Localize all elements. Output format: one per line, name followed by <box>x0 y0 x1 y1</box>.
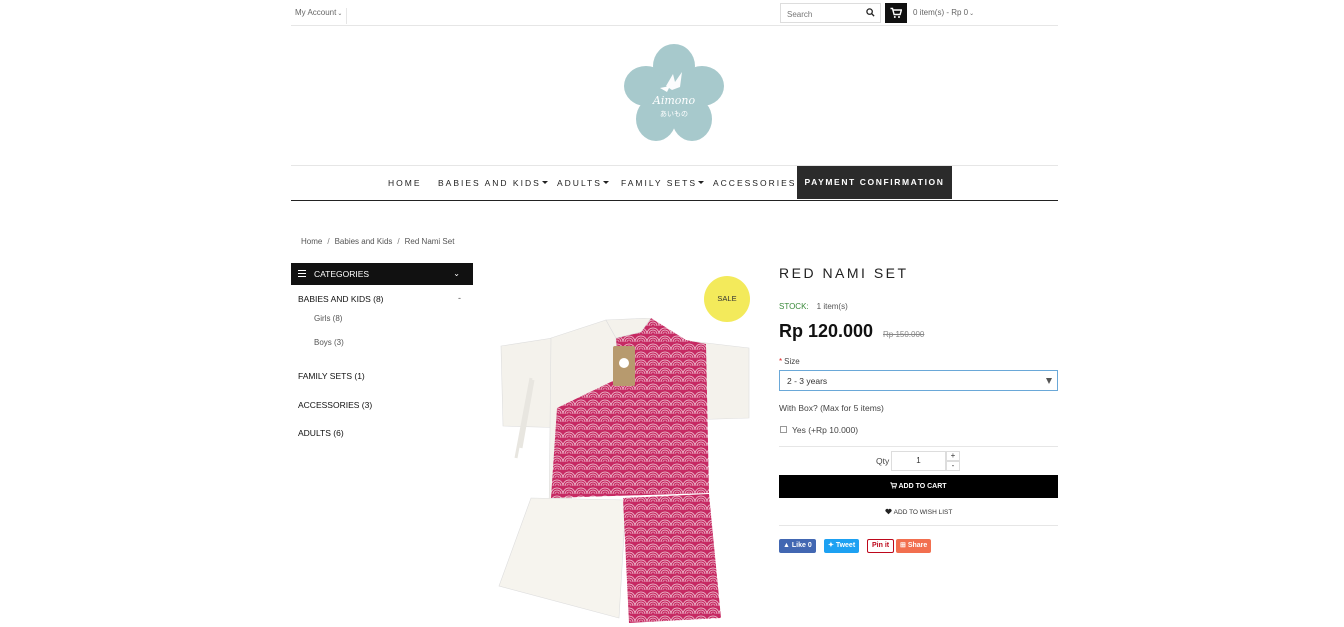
chevron-down-icon: ⌄ <box>337 11 343 17</box>
product-image[interactable] <box>491 317 753 623</box>
nav-item-adults[interactable]: ADULTS <box>557 178 609 188</box>
thumbs-up-icon: ▲ <box>783 542 790 549</box>
pin-it-label: Pin it <box>872 542 890 549</box>
size-select[interactable]: 2 - 3 years <box>779 370 1058 391</box>
nav-home-label: HOME <box>388 178 422 188</box>
qty-decrement-button[interactable]: - <box>946 461 960 471</box>
size-label-text: Size <box>784 357 800 366</box>
tweet-label: Tweet <box>835 542 856 549</box>
breadcrumb-home[interactable]: Home <box>301 237 322 246</box>
stock-info: STOCK: 1 item(s) <box>779 302 848 311</box>
facebook-like-button[interactable]: ▲ Like 0 <box>779 539 816 553</box>
heart-icon <box>885 508 892 515</box>
product-old-price: Rp 150.000 <box>883 330 925 339</box>
search-input[interactable] <box>781 5 865 24</box>
nav-item-payment-confirmation[interactable]: PAYMENT CONFIRMATION <box>797 166 952 199</box>
sidebar-item-accessories[interactable]: ACCESSORIES (3) <box>298 400 372 410</box>
chevron-down-icon: ⌄ <box>453 269 460 278</box>
sidebar-item-boys[interactable]: Boys (3) <box>314 338 344 347</box>
pinterest-pin-button[interactable]: Pin it <box>867 539 895 553</box>
nav-item-babies-and-kids[interactable]: BABIES AND KIDS <box>438 178 548 188</box>
search-icon[interactable] <box>866 8 875 17</box>
required-asterisk: * <box>779 357 783 366</box>
twitter-bird-icon: ✦ <box>828 542 834 549</box>
nav-item-family-sets[interactable]: FAMILY SETS <box>621 178 705 188</box>
my-account-label: My Account <box>295 8 337 17</box>
main-nav: HOME BABIES AND KIDS ADULTS FAMILY SETS … <box>291 165 1058 201</box>
logo-brand-jp-text: あいもの <box>660 110 688 118</box>
sidebar-item-girls[interactable]: Girls (8) <box>314 314 342 323</box>
cart-button[interactable] <box>885 3 907 23</box>
collapse-toggle-icon[interactable]: - <box>458 293 461 303</box>
cart-icon <box>890 7 902 18</box>
search-box <box>780 3 881 24</box>
qty-increment-button[interactable]: + <box>946 451 960 461</box>
caret-down-icon <box>698 181 705 184</box>
cart-summary-label: 0 item(s) - Rp 0 <box>913 8 969 17</box>
breadcrumb-separator: / <box>397 237 400 246</box>
logo-brand-text: Aimono <box>652 94 696 107</box>
nav-item-home[interactable]: HOME <box>388 178 422 188</box>
nav-accessories-label: ACCESSORIES <box>713 178 797 188</box>
twitter-tweet-button[interactable]: ✦ Tweet <box>824 539 860 553</box>
caret-down-icon <box>602 181 609 184</box>
add-to-wishlist-button[interactable]: ADD TO WISH LIST <box>779 508 1058 516</box>
categories-header[interactable]: CATEGORIES ⌄ <box>291 263 473 285</box>
qty-label: Qty <box>876 456 890 466</box>
nav-adults-label: ADULTS <box>557 178 602 188</box>
sidebar-item-family-sets[interactable]: FAMILY SETS (1) <box>298 371 365 381</box>
add-to-cart-button[interactable]: ADD TO CART <box>779 475 1058 498</box>
caret-down-icon <box>541 181 548 184</box>
nav-family-label: FAMILY SETS <box>621 178 698 188</box>
size-select-value: 2 - 3 years <box>787 376 828 386</box>
kimono-product-image <box>498 317 750 623</box>
top-bar: My Account⌄ 0 item(s) - Rp 0⌄ <box>291 0 1058 26</box>
breadcrumb-babies-and-kids[interactable]: Babies and Kids <box>335 237 393 246</box>
plus-icon: ⊞ <box>900 542 906 549</box>
nav-item-accessories[interactable]: ACCESSORIES <box>713 178 796 188</box>
qty-input[interactable]: 1 <box>891 451 946 471</box>
brand-logo[interactable]: Aimono あいもの <box>620 42 728 144</box>
dropdown-arrow-icon <box>1046 378 1052 384</box>
product-price: Rp 120.000 <box>779 321 874 341</box>
share-label: Share <box>907 542 928 549</box>
wishlist-label: ADD TO WISH LIST <box>893 509 953 516</box>
breadcrumb-separator: / <box>327 237 330 246</box>
sakura-logo-icon: Aimono あいもの <box>624 44 724 141</box>
nav-babies-label: BABIES AND KIDS <box>438 178 541 188</box>
divider <box>779 525 1058 526</box>
divider <box>779 446 1058 447</box>
box-option-label: With Box? (Max for 5 items) <box>779 403 884 413</box>
cart-icon <box>890 482 898 489</box>
stock-label: STOCK: <box>779 302 809 311</box>
my-account-dropdown[interactable]: My Account⌄ <box>295 8 348 24</box>
box-option-text[interactable]: Yes (+Rp 10.000) <box>792 425 858 435</box>
cart-summary[interactable]: 0 item(s) - Rp 0⌄ <box>913 8 974 17</box>
nav-payment-label: PAYMENT CONFIRMATION <box>804 177 945 187</box>
chevron-down-icon: ⌄ <box>969 11 975 17</box>
sale-badge: SALE <box>704 276 750 322</box>
share-button[interactable]: ⊞ Share <box>896 539 932 553</box>
sidebar-item-babies-and-kids[interactable]: BABIES AND KIDS (8) <box>298 294 384 304</box>
breadcrumb-current[interactable]: Red Nami Set <box>405 237 455 246</box>
add-to-cart-label: ADD TO CART <box>898 483 947 490</box>
facebook-like-label: Like 0 <box>791 542 812 549</box>
breadcrumb: Home / Babies and Kids / Red Nami Set <box>301 237 454 246</box>
box-option-checkbox[interactable] <box>780 426 787 433</box>
categories-heading: CATEGORIES <box>314 269 370 279</box>
sidebar-item-adults[interactable]: ADULTS (6) <box>298 428 344 438</box>
size-label: * Size <box>779 357 800 366</box>
stock-value: 1 item(s) <box>816 302 848 311</box>
menu-icon <box>298 270 306 277</box>
product-title: RED NAMI SET <box>779 265 909 281</box>
